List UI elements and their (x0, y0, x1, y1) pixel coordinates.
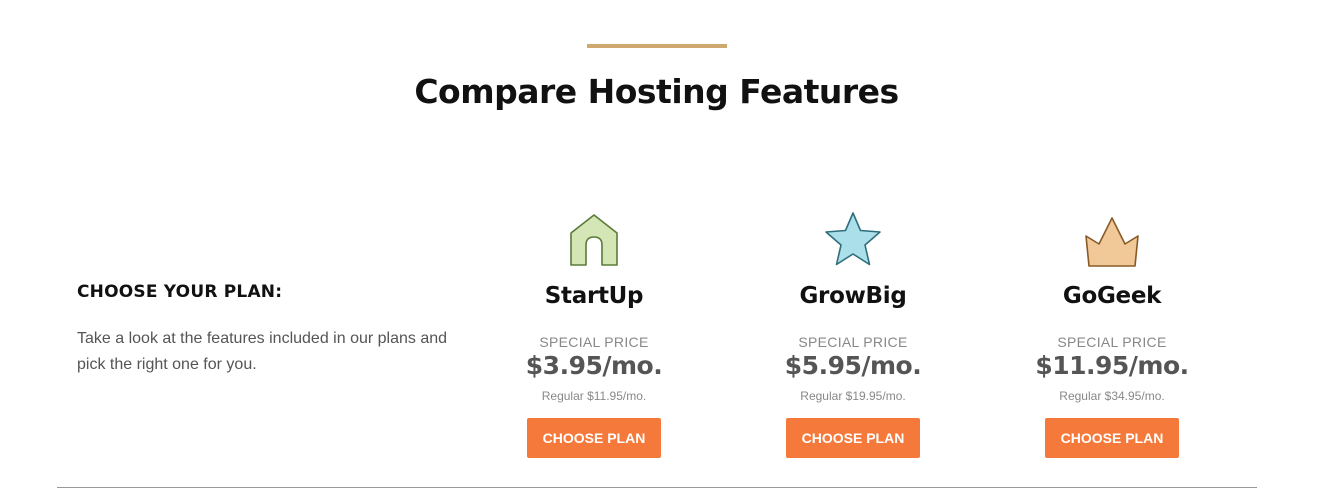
choose-plan-growbig-button[interactable]: CHOOSE PLAN (786, 418, 920, 458)
plan-startup: StartUp SPECIAL PRICE $3.95/mo. Regular … (464, 206, 724, 458)
choose-plan-gogeek-button[interactable]: CHOOSE PLAN (1045, 418, 1179, 458)
star-icon (723, 206, 983, 268)
intro-heading: CHOOSE YOUR PLAN: (77, 282, 283, 302)
choose-plan-startup-button[interactable]: CHOOSE PLAN (527, 418, 661, 458)
plan-gogeek: GoGeek SPECIAL PRICE $11.95/mo. Regular … (982, 206, 1242, 458)
intro-text: Take a look at the features included in … (77, 330, 448, 373)
special-price-label: SPECIAL PRICE (798, 334, 908, 350)
plan-intro: CHOOSE YOUR PLAN: Take a look at the fea… (77, 282, 457, 378)
plan-price: $11.95/mo. (1035, 351, 1189, 380)
page-title: Compare Hosting Features (414, 72, 899, 111)
regular-price: Regular $34.95/mo. (1059, 389, 1165, 403)
crown-icon (982, 206, 1242, 268)
plan-growbig: GrowBig SPECIAL PRICE $5.95/mo. Regular … (723, 206, 983, 458)
regular-price: Regular $11.95/mo. (541, 389, 647, 403)
plan-price: $3.95/mo. (525, 351, 663, 380)
plan-name: StartUp (544, 283, 644, 309)
plan-name: GrowBig (799, 283, 907, 309)
plan-name: GoGeek (1062, 283, 1162, 309)
regular-price: Regular $19.95/mo. (800, 389, 906, 403)
section-divider (57, 487, 1257, 488)
house-icon (464, 206, 724, 268)
title-accent-bar (587, 44, 727, 48)
special-price-label: SPECIAL PRICE (539, 334, 649, 350)
special-price-label: SPECIAL PRICE (1057, 334, 1167, 350)
plan-price: $5.95/mo. (784, 351, 922, 380)
